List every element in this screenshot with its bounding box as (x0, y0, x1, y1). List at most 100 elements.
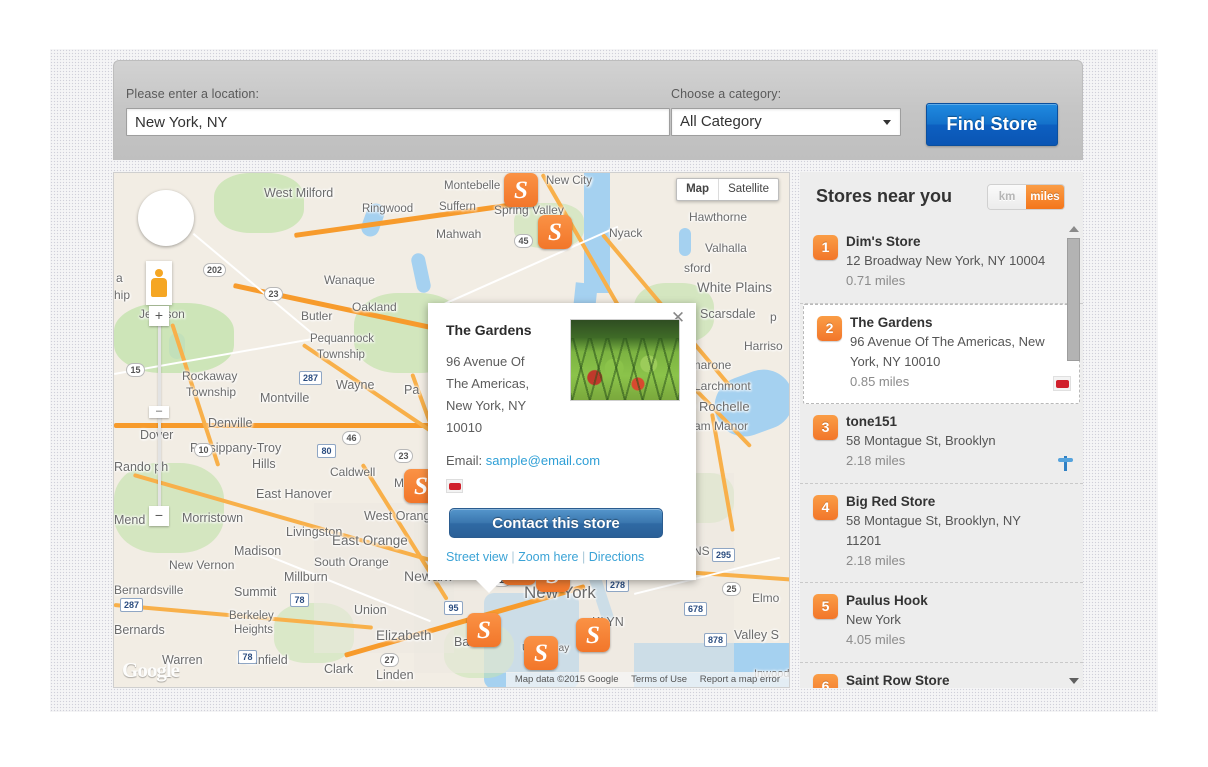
store-locator-app: Please enter a location: Choose a catego… (113, 60, 1083, 688)
map-type-satellite[interactable]: Satellite (719, 179, 778, 200)
map-route-shield: 45 (514, 234, 533, 248)
map-label: Township (317, 349, 365, 361)
zoom-here-link[interactable]: Zoom here (518, 550, 578, 564)
store-list-item[interactable]: 1Dim's Store12 Broadway New York, NY 100… (800, 224, 1083, 304)
email-link[interactable]: sample@email.com (486, 453, 600, 468)
google-logo: Google (122, 658, 179, 683)
map-label: Scarsdale (700, 307, 756, 321)
map-label: Valhalla (705, 241, 747, 255)
map-route-shield: 15 (126, 363, 145, 377)
map-route-shield: 295 (712, 548, 735, 562)
store-number-badge: 4 (813, 495, 838, 520)
map-route-shield: 202 (203, 263, 226, 277)
store-name: Big Red Store (846, 494, 1053, 509)
pan-left-arrow-icon[interactable] (146, 212, 158, 224)
store-marker-icon: S (576, 618, 610, 652)
zoom-in-button[interactable]: + (149, 306, 169, 326)
directions-link[interactable]: Directions (589, 550, 645, 564)
find-store-button[interactable]: Find Store (926, 103, 1058, 146)
report-map-error-link[interactable]: Report a map error (700, 674, 780, 685)
store-list-item[interactable]: 2The Gardens96 Avenue Of The Americas, N… (803, 304, 1080, 404)
map-label: Elizabeth (376, 628, 432, 643)
store-marker-icon: S (504, 173, 538, 207)
store-address: 96 Avenue Of The Americas, New York, NY … (850, 332, 1049, 372)
street-view-pegman-icon[interactable] (146, 261, 172, 305)
map-label: Summit (234, 585, 276, 599)
map-store-marker[interactable]: S (524, 636, 558, 670)
store-list-item[interactable]: 5Paulus HookNew York4.05 miles (800, 583, 1083, 663)
map-label: Hawthorne (689, 210, 747, 224)
store-marker-icon: S (467, 613, 501, 647)
map-store-marker[interactable]: S (538, 215, 572, 249)
store-list-item[interactable]: 3tone15158 Montague St, Brooklyn2.18 mil… (800, 404, 1083, 484)
stores-panel: Stores near you km miles 1Dim's Store12 … (800, 172, 1083, 688)
location-field-block: Please enter a location: (126, 87, 670, 136)
map-route-shield: 23 (264, 287, 283, 301)
scroll-down-arrow-icon[interactable] (1069, 678, 1079, 684)
store-number-badge: 2 (817, 316, 842, 341)
store-address: 12 Broadway New York, NY 10004 (846, 251, 1053, 271)
stores-list[interactable]: 1Dim's Store12 Broadway New York, NY 100… (800, 224, 1083, 688)
map-type-map[interactable]: Map (677, 179, 719, 200)
map-label: White Plains (697, 280, 772, 295)
zoom-slider-thumb[interactable]: – (149, 406, 169, 418)
map-label: Linden (376, 668, 414, 682)
store-distance: 0.85 miles (850, 372, 1049, 392)
map-route-shield: 878 (704, 633, 727, 647)
store-list-item[interactable]: 6Saint Row Store (800, 663, 1083, 688)
store-photo-hedges (571, 338, 679, 400)
zoom-slider[interactable]: + – − (149, 306, 169, 526)
map-label: Caldwell (330, 465, 375, 479)
map-label: Hills (252, 457, 276, 471)
map-label: Harriso (744, 339, 783, 353)
search-panel: Please enter a location: Choose a catego… (113, 60, 1083, 160)
pan-control-icon[interactable] (138, 190, 194, 246)
map-label: Nyack (609, 226, 642, 240)
store-address: 58 Montague St, Brooklyn, NY 11201 (846, 511, 1053, 551)
store-name: Saint Row Store (846, 673, 1053, 688)
category-field-block: Choose a category: All Category (671, 87, 901, 136)
pan-right-arrow-icon[interactable] (174, 212, 186, 224)
map-store-marker[interactable]: S (576, 618, 610, 652)
map-label: Mahwah (436, 227, 481, 241)
map-route-shield: 80 (317, 444, 336, 458)
map-label: Union (354, 603, 387, 617)
map-store-marker[interactable]: S (467, 613, 501, 647)
info-window-title: The Gardens (446, 322, 551, 338)
map-label: East Orange (332, 533, 408, 548)
map-label: Butler (301, 309, 332, 323)
unit-toggle-miles[interactable]: miles (1026, 185, 1064, 209)
map-route-shield: 46 (342, 431, 361, 445)
scrollbar-thumb[interactable] (1067, 238, 1080, 361)
scroll-up-arrow-icon[interactable] (1069, 226, 1079, 232)
store-distance: 4.05 miles (846, 630, 1053, 650)
zoom-out-button[interactable]: − (149, 506, 169, 526)
contact-this-store-button[interactable]: Contact this store (449, 508, 663, 538)
category-select[interactable]: All Category (671, 108, 901, 136)
map-store-marker[interactable]: S (504, 173, 538, 207)
category-label: Choose a category: (671, 87, 901, 101)
unit-toggle-km[interactable]: km (988, 185, 1026, 209)
stores-list-scrollbar[interactable] (1066, 224, 1081, 686)
map-label: Ringwood (362, 203, 413, 215)
map-label: East Hanover (256, 487, 332, 501)
pan-down-arrow-icon[interactable] (160, 226, 172, 238)
map-attribution: Map data ©2015 Google Terms of Use Repor… (506, 672, 789, 687)
street-view-link[interactable]: Street view (446, 550, 508, 564)
map-label: a (116, 271, 123, 285)
location-input[interactable] (126, 108, 670, 136)
store-number-badge: 1 (813, 235, 838, 260)
map-label: Heights (234, 624, 273, 636)
store-list-item[interactable]: 4 Big Red Store 58 Montague St, Brooklyn, … (800, 484, 1083, 583)
map-label: New Vernon (169, 558, 234, 572)
map-label: am Manor (694, 419, 748, 433)
terms-of-use-link[interactable]: Terms of Use (631, 674, 687, 685)
pan-up-arrow-icon[interactable] (160, 198, 172, 210)
map-label: Montebelle (444, 180, 500, 192)
map-type-control: Map Satellite (676, 178, 779, 201)
map-route-shield: 23 (394, 449, 413, 463)
map-label: Township (186, 385, 236, 399)
category-selected-value: All Category (680, 113, 762, 130)
store-address: New York (846, 610, 1053, 630)
map-canvas[interactable]: West MilfordRingwoodMontebelleNew CitySu… (113, 172, 790, 688)
